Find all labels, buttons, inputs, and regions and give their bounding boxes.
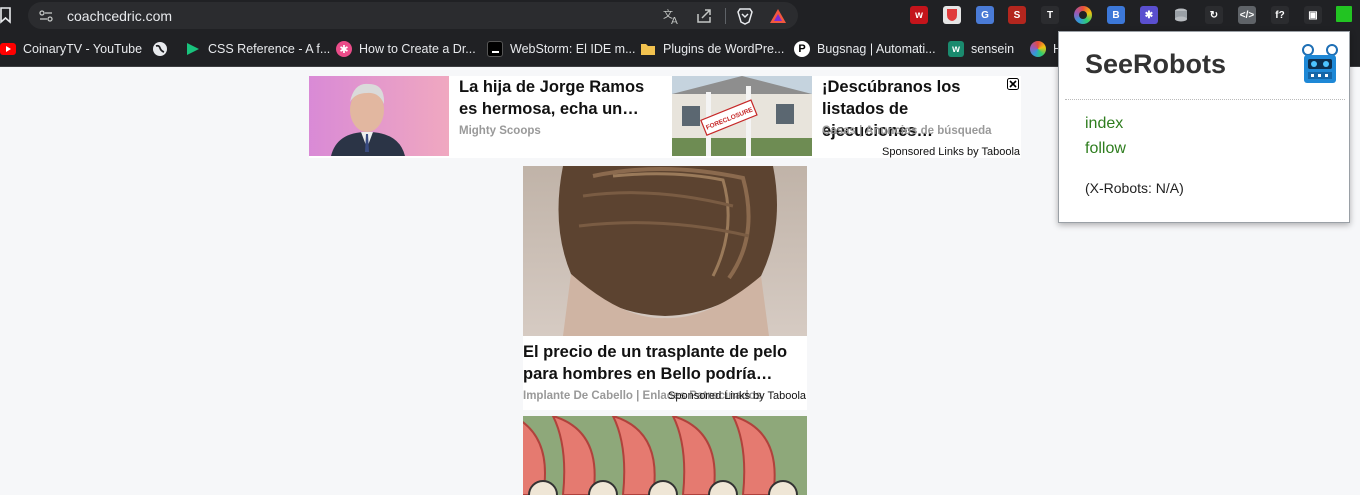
share-icon[interactable] [695,7,713,25]
ad-image-hair[interactable] [523,166,807,336]
bookmark-plugins-wordpress[interactable]: Plugins de WordPre... [640,40,784,58]
bugsnag-icon: P [794,41,810,57]
x-robots-status: (X-Robots: N/A) [1085,180,1184,196]
taboola-ad-row: La hija de Jorge Ramos es hermosa, echa … [309,76,1021,158]
ad-title[interactable]: El precio de un trasplante de pelo para … [523,341,807,385]
bookmark-bugsnag[interactable]: P Bugsnag | Automati... [794,40,936,58]
browser-toolbar: coachcedric.com 文 A w G S T B ✱ ↻ </> f? ▣ [0,0,1360,31]
follow-link[interactable]: follow [1085,140,1126,158]
bookmark-label: CSS Reference - A f... [208,42,331,56]
ad-image-sushi[interactable] [523,416,807,495]
bookmark-globe[interactable] [152,40,175,58]
color-picker-extension-icon[interactable] [1074,6,1092,24]
folder-icon [640,41,656,57]
brave-shield-extension-icon[interactable] [943,6,961,24]
ad-source[interactable]: Mighty Scoops [459,125,541,137]
seo-extension-icon[interactable]: S [1008,6,1026,24]
seerobots-extension-icon[interactable] [1336,6,1352,22]
bookmark-label: Bugsnag | Automati... [817,42,936,56]
typography-extension-icon[interactable]: T [1041,6,1059,24]
ad-image-house[interactable]: FORECLOSURE [672,76,812,156]
translate-icon[interactable]: 文 A [662,7,680,25]
seerobots-popup: SeeRobots index follow (X-Robots: N/A) [1058,31,1350,223]
css-reference-icon [185,41,201,57]
translate-extension-icon[interactable]: G [976,6,994,24]
refresh-extension-icon[interactable]: ↻ [1205,6,1223,24]
sponsored-text: Sponsored Links [882,146,964,158]
bookmark-how-to-create[interactable]: ✱ How to Create a Dr... [336,40,476,58]
brave-shields-icon[interactable] [736,7,754,25]
colorful-circle-icon [1030,41,1046,57]
bookmark-sensein[interactable]: w sensein [948,40,1014,58]
bookmark-css-reference[interactable]: CSS Reference - A f... [185,40,330,58]
bookmark-label: WebStorm: El IDE m... [510,42,636,56]
bookmark-coinarytv[interactable]: CoinaryTV - YouTube [0,40,142,58]
box-extension-icon[interactable]: B [1107,6,1125,24]
ad-image-man[interactable] [309,76,449,156]
dribbble-icon: ✱ [336,41,352,57]
sponsored-links-label[interactable]: Sponsored Links by Taboola [882,146,1020,158]
site-info-icon[interactable] [38,8,54,24]
taboola-text: by Taboola [967,146,1021,158]
bookmark-label: CoinaryTV - YouTube [23,42,143,56]
wordpress-extension-icon[interactable]: w [910,6,928,24]
popup-title: SeeRobots [1085,49,1227,79]
ad-source[interactable]: Casas | Anuncios de búsqueda [822,125,992,137]
taboola-card-hair[interactable]: El precio de un trasplante de pelo para … [523,166,807,410]
sponsored-text: Sponsored Links [668,390,750,402]
bookmark-label: How to Create a Dr... [359,42,476,56]
webstorm-icon [487,41,503,57]
close-ad-icon[interactable] [1007,78,1019,90]
bookmark-star-icon[interactable] [0,7,12,24]
taboola-text: by Taboola [753,390,807,402]
youtube-icon [0,43,16,55]
brave-rewards-icon[interactable] [769,7,787,25]
svg-text:A: A [671,16,678,25]
sponsored-links-label[interactable]: Sponsored Links by Taboola [668,390,806,402]
window-extension-icon[interactable]: ▣ [1304,6,1322,24]
bookmark-webstorm[interactable]: WebStorm: El IDE m... [487,40,636,58]
bookmark-label: Plugins de WordPre... [663,42,785,56]
font-extension-icon[interactable]: f? [1271,6,1289,24]
ad-title[interactable]: La hija de Jorge Ramos es hermosa, echa … [459,76,659,120]
bookmark-label: sensein [971,42,1015,56]
database-extension-icon[interactable] [1172,6,1190,24]
sensein-icon: w [948,41,964,57]
divider [725,8,726,24]
index-link[interactable]: index [1085,115,1123,133]
url-text[interactable]: coachcedric.com [67,8,172,24]
divider [1065,99,1345,100]
globe-icon [152,41,168,57]
taboola-card-sushi[interactable] [523,416,807,495]
gear-extension-icon[interactable]: ✱ [1140,6,1158,24]
address-bar[interactable]: coachcedric.com 文 A [28,2,798,29]
code-extension-icon[interactable]: </> [1238,6,1256,24]
robot-logo-icon [1302,44,1338,83]
